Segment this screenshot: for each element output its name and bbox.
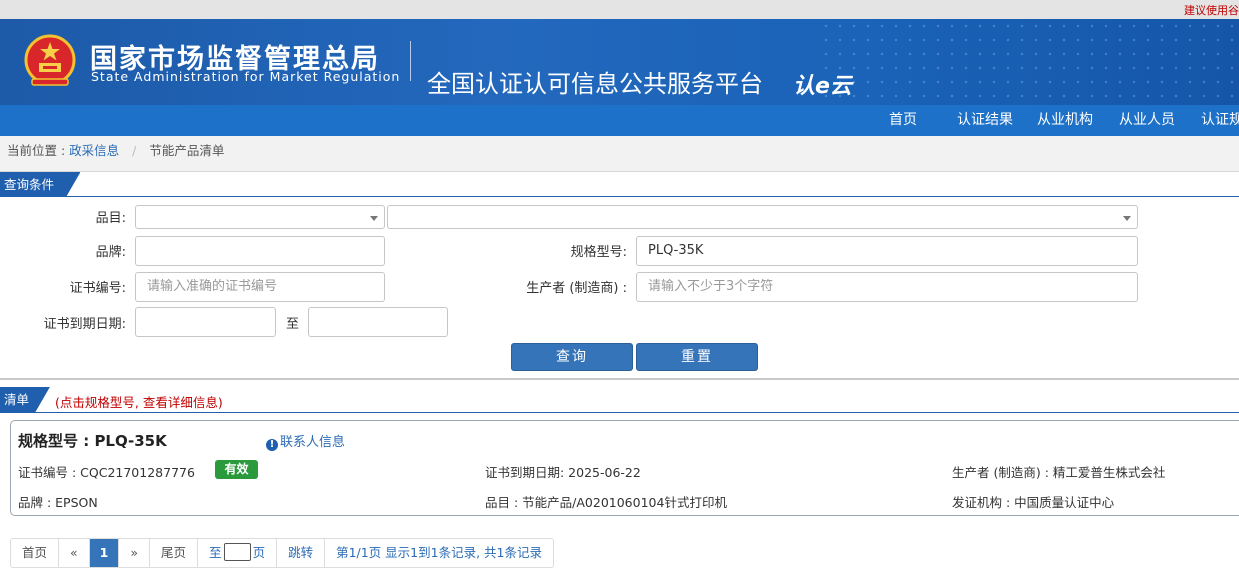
expiry-to-input[interactable] — [308, 307, 448, 337]
breadcrumb-link[interactable]: 政采信息 — [69, 143, 119, 158]
breadcrumb-prefix: 当前位置 : — [7, 143, 66, 158]
record-model-link[interactable]: 规格型号 : PLQ-35K — [18, 430, 167, 451]
expiry-label: 证书到期日期: — [43, 317, 126, 332]
site-banner: 国家市场监督管理总局 State Administration for Mark… — [0, 19, 1239, 105]
model-input[interactable]: PLQ-35K — [636, 236, 1138, 266]
browser-tip: 建议使用谷 — [1184, 4, 1239, 17]
record-cert-no: 证书编号 : CQC21701287776 — [18, 465, 195, 480]
pagination: 首页 « 1 » 尾页 至页 跳转 第1/1页 显示1到1条记录, 共1条记录 — [10, 538, 554, 568]
breadcrumb: 当前位置 : 政采信息 / 节能产品清单 — [0, 136, 1239, 172]
pager-summary: 第1/1页 显示1到1条记录, 共1条记录 — [336, 545, 542, 560]
banner-divider — [410, 41, 411, 81]
query-section-header: 查询条件 — [0, 172, 1239, 197]
platform-title: 全国认证认可信息公共服务平台 — [427, 70, 763, 98]
record-issuer: 发证机构 : 中国质量认证中心 — [952, 495, 1115, 510]
maker-input[interactable]: 请输入不少于3个字符 — [636, 272, 1138, 302]
record-card: 规格型号 : PLQ-35K ! 联系人信息 证书编号 : CQC21701287… — [10, 420, 1239, 516]
record-expiry: 证书到期日期: 2025-06-22 — [485, 465, 641, 480]
category-label: 品目: — [95, 211, 126, 226]
pager-prev[interactable]: « — [59, 539, 90, 567]
nav-item-practitioners[interactable]: 从业人员 — [1119, 105, 1201, 136]
pager-jump-button[interactable]: 跳转 — [277, 539, 326, 567]
maker-label: 生产者 (制造商) : — [526, 281, 627, 296]
expiry-to-label: 至 — [286, 317, 300, 332]
nav-item-cert-rules[interactable]: 认证规 — [1201, 105, 1239, 136]
contact-info-link[interactable]: ! 联系人信息 — [266, 431, 345, 451]
pager-last[interactable]: 尾页 — [150, 539, 199, 567]
model-label: 规格型号: — [570, 245, 627, 260]
cert-no-label: 证书编号: — [69, 281, 126, 296]
brand-input[interactable] — [135, 236, 385, 266]
nav-item-institutions[interactable]: 从业机构 — [1037, 105, 1119, 136]
org-name-en: State Administration for Market Regulati… — [91, 69, 401, 84]
list-section-title: 清单 — [0, 387, 54, 413]
breadcrumb-separator: / — [132, 143, 137, 158]
breadcrumb-current: 节能产品清单 — [149, 143, 225, 158]
main-nav: 首页 认证结果 从业机构 从业人员 认证规 — [0, 105, 1239, 136]
status-badge: 有效 — [215, 460, 258, 479]
pager-current-page[interactable]: 1 — [89, 539, 120, 567]
page-number-input[interactable] — [223, 543, 251, 561]
brand-label: 品牌: — [95, 245, 126, 260]
pager-next[interactable]: » — [119, 539, 151, 567]
cert-no-input[interactable]: 请输入准确的证书编号 — [135, 272, 385, 302]
list-section-header: 清单 (点击规格型号, 查看详细信息) — [0, 387, 1239, 413]
record-category: 品目 : 节能产品/A0201060104针式打印机 — [485, 495, 727, 510]
list-hint: (点击规格型号, 查看详细信息) — [55, 395, 223, 410]
chevron-down-icon — [1123, 216, 1131, 221]
expiry-from-input[interactable] — [135, 307, 276, 337]
query-form: 品目: 品牌: 规格型号: PLQ-35K 证书编号: 请输入准确的证书编号 生… — [0, 197, 1239, 380]
platform-logo: 认e云 — [793, 74, 852, 99]
search-button[interactable]: 查询 — [511, 343, 633, 371]
info-icon: ! — [266, 439, 278, 451]
pager-first[interactable]: 首页 — [11, 539, 60, 567]
category-select[interactable] — [135, 205, 385, 229]
query-section-title: 查询条件 — [0, 172, 80, 197]
record-brand: 品牌 : EPSON — [18, 495, 98, 510]
nav-item-cert-results[interactable]: 认证结果 — [957, 105, 1037, 136]
pager-goto: 至页 — [198, 539, 278, 567]
banner-pattern — [819, 19, 1239, 105]
national-emblem-icon — [24, 34, 76, 86]
record-maker: 生产者 (制造商) : 精工爱普生株式会社 — [952, 465, 1166, 480]
chevron-down-icon — [370, 216, 378, 221]
top-bar: 建议使用谷 — [0, 0, 1239, 19]
nav-item-home[interactable]: 首页 — [889, 105, 957, 136]
subcategory-select[interactable] — [387, 205, 1138, 229]
reset-button[interactable]: 重置 — [636, 343, 758, 371]
